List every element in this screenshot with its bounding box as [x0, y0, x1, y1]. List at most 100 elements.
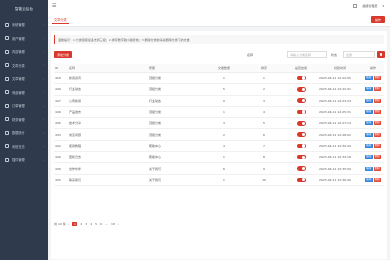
edit-button[interactable]: 编辑: [364, 166, 373, 171]
cell-sort: 3: [244, 95, 284, 107]
add-category-button[interactable]: 添加分类: [54, 51, 73, 58]
table-row: 440 更新日志 帮助中心 1 8 2023-04-11 12:32:18 编辑 删除: [54, 151, 384, 164]
chevron-right-icon: ›: [42, 144, 44, 149]
user-menu[interactable]: 超级管理员: [362, 4, 377, 8]
sidebar-item-label: 系统日志: [12, 144, 25, 149]
tab-actions-button[interactable]: 操作: [370, 16, 385, 23]
status-filter-select[interactable]: 全部: [343, 51, 375, 58]
fullscreen-icon[interactable]: [353, 4, 358, 8]
name-filter-label: 名称: [247, 52, 254, 57]
edit-button[interactable]: 编辑: [364, 132, 373, 137]
delete-button[interactable]: 删除: [373, 166, 382, 171]
page-link[interactable]: 3: [85, 222, 87, 226]
cell-name: 产品发布: [68, 106, 148, 119]
sidebar-item[interactable]: 系统日志 ›: [0, 140, 48, 154]
cell-sort: 1: [244, 72, 284, 85]
page-link[interactable]: 4: [90, 222, 92, 226]
chevron-right-icon: ›: [42, 36, 44, 41]
delete-button[interactable]: 删除: [373, 132, 382, 137]
cell-sort: 8: [244, 151, 284, 164]
cell-count: 5: [204, 83, 244, 96]
page-link[interactable]: 2: [80, 222, 82, 226]
delete-button[interactable]: 删除: [373, 87, 382, 92]
sidebar-item[interactable]: 用户管理 ›: [0, 32, 48, 46]
delete-button[interactable]: 删除: [373, 98, 382, 103]
cell-parent: 帮助中心: [148, 151, 204, 164]
enabled-toggle[interactable]: [296, 177, 306, 183]
sidebar-item[interactable]: 订单管理 ›: [0, 99, 48, 113]
delete-button[interactable]: 删除: [373, 155, 382, 160]
chart-icon: [5, 130, 9, 135]
enabled-toggle[interactable]: [296, 75, 306, 81]
sidebar-item[interactable]: 商品管理 ›: [0, 86, 48, 100]
cell-count: 1: [204, 106, 244, 119]
cell-sort: 5: [244, 117, 284, 130]
sidebar-item[interactable]: 财务管理 ›: [0, 113, 48, 127]
sidebar-item-label: 商品管理: [12, 90, 25, 95]
page-link[interactable]: …: [105, 222, 108, 226]
chevron-right-icon: ›: [42, 22, 44, 27]
enabled-toggle[interactable]: [296, 154, 306, 160]
enabled-toggle[interactable]: [296, 87, 306, 92]
menu-toggle-icon[interactable]: ☰: [52, 3, 56, 9]
cell-parent: 关于我们: [148, 174, 204, 186]
delete-button[interactable]: 删除: [373, 177, 382, 182]
page-link[interactable]: 18: [111, 222, 115, 226]
search-button[interactable]: [377, 51, 385, 58]
table-row: 447 公司新闻 行业动态 0 3 2023-04-11 12:23:24 编辑 删除: [54, 95, 384, 107]
cell-name: 行业动态: [68, 83, 148, 96]
sidebar-item[interactable]: 文章管理 ›: [0, 72, 48, 86]
table-row: 446 产品发布 顶级分类 1 4 2023-04-11 12:25:31 编辑 删除: [54, 106, 384, 119]
chevron-right-icon: ›: [42, 49, 44, 54]
sidebar-item-label: 文章分类: [12, 63, 25, 68]
edit-button[interactable]: 编辑: [364, 155, 373, 160]
sidebar-item[interactable]: 文章分类 ›: [0, 59, 48, 73]
cell-date: 2023-04-11 12:28:02: [318, 128, 362, 141]
edit-button[interactable]: 编辑: [364, 87, 373, 92]
edit-button[interactable]: 编辑: [364, 110, 373, 115]
page-link[interactable]: 5: [95, 222, 97, 226]
edit-button[interactable]: 编辑: [364, 177, 373, 182]
name-filter-input[interactable]: 请输入分类名称: [287, 51, 327, 58]
cell-count: 2: [204, 128, 244, 141]
enabled-toggle[interactable]: [296, 98, 306, 103]
table-row: 435 联系我们 关于我们 1 10 2023-04-11 12:36:40 编辑 删除: [54, 174, 384, 186]
cell-parent: 行业动态: [148, 95, 204, 107]
cart-icon: [5, 103, 9, 108]
delete-button[interactable]: 删除: [373, 110, 382, 115]
delete-button[interactable]: 删除: [373, 143, 382, 148]
edit-button[interactable]: 编辑: [364, 143, 373, 148]
enabled-toggle[interactable]: [296, 132, 306, 137]
cell-date: 2023-04-11 12:22:05: [318, 72, 362, 85]
sidebar-item-label: 用户管理: [12, 36, 25, 41]
tab-active[interactable]: 文章分类: [52, 17, 69, 24]
page-link[interactable]: 1: [72, 222, 78, 226]
edit-button[interactable]: 编辑: [364, 98, 373, 103]
cell-date: 2023-04-11 12:23:24: [318, 95, 362, 107]
sidebar-item-label: 财务管理: [12, 117, 25, 122]
cell-id: 442: [54, 140, 68, 153]
edit-button[interactable]: 编辑: [364, 76, 373, 81]
delete-button[interactable]: 删除: [373, 76, 382, 81]
cell-id: 450: [54, 72, 68, 85]
cell-sort: 6: [244, 128, 284, 141]
sidebar-item[interactable]: 内容管理 ›: [0, 45, 48, 59]
column-header: 文章数量: [204, 64, 244, 73]
user-icon: [5, 36, 9, 41]
page-link[interactable]: ‹: [68, 222, 69, 226]
sidebar-item[interactable]: 插件管理 ›: [0, 153, 48, 167]
sidebar: 智能云后台 系统管理 › 用户管理 › 内容管理 › 文章分类 › 文章管理 › 商品管理 › 订单管理…: [0, 0, 48, 260]
enabled-toggle[interactable]: [296, 143, 306, 149]
sidebar-item[interactable]: 数据统计 ›: [0, 126, 48, 140]
cell-name: 新闻资讯: [68, 72, 148, 85]
enabled-toggle[interactable]: [296, 166, 306, 171]
sidebar-item[interactable]: 系统管理 ›: [0, 18, 48, 32]
page-link[interactable]: ›: [118, 222, 119, 226]
enabled-toggle[interactable]: [296, 121, 306, 126]
edit-button[interactable]: 编辑: [364, 121, 373, 126]
cell-count: 4: [204, 140, 244, 153]
cell-name: 常见问题: [68, 128, 148, 141]
delete-button[interactable]: 删除: [373, 121, 382, 126]
enabled-toggle[interactable]: [296, 109, 306, 115]
page-link[interactable]: 6: [100, 222, 102, 226]
